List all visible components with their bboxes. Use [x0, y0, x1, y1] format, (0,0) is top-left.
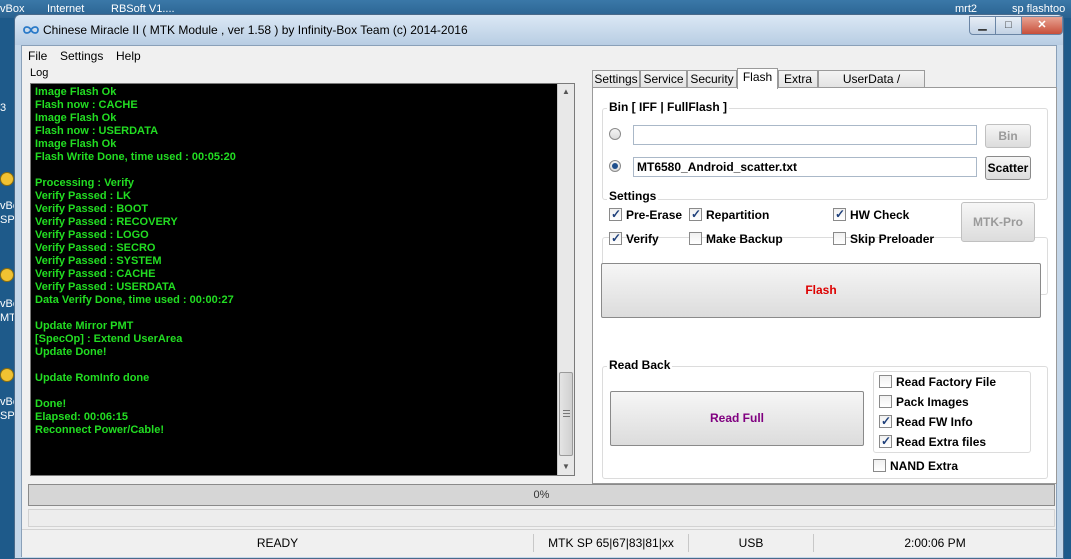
infinity-logo-icon	[23, 26, 39, 34]
secondary-progress-bar	[28, 509, 1055, 527]
desktop-fragment: SP	[0, 410, 15, 422]
checkbox-box	[689, 207, 702, 221]
menu-help[interactable]: Help	[116, 49, 141, 63]
checkbox-label: Skip Preloader	[850, 232, 935, 246]
checkbox-label: Read FW Info	[896, 415, 973, 429]
desktop-fragment: 3	[0, 102, 7, 114]
status-state: READY	[22, 534, 534, 552]
grip-line	[563, 410, 570, 411]
desktop-shortcut-icon[interactable]	[0, 172, 14, 186]
checkbox-box	[873, 459, 886, 472]
checkbox-box	[609, 207, 622, 221]
progress-bar: 0%	[28, 484, 1055, 506]
status-time: 2:00:06 PM	[904, 536, 966, 550]
scatter-radio[interactable]	[609, 160, 621, 172]
checkbox-box	[689, 232, 702, 245]
maximize-button[interactable]: □	[995, 16, 1022, 35]
mtk-pro-button[interactable]: MTK-Pro	[961, 202, 1035, 242]
desktop-shortcut-icon[interactable]	[0, 268, 14, 282]
menu-bar: File Settings Help	[22, 46, 1056, 66]
log-label: Log	[30, 67, 49, 79]
status-chip: MTK SP 65|67|83|81|xx	[534, 534, 689, 552]
client-area: File Settings Help Log Image Flash Ok Fl…	[21, 45, 1057, 557]
title-bar[interactable]: Chinese Miracle II ( MTK Module , ver 1.…	[15, 15, 1063, 45]
tab-flash[interactable]: Flash	[737, 68, 778, 89]
checkbox-label: HW Check	[850, 208, 910, 222]
bin-path-field[interactable]	[633, 125, 977, 145]
bin-radio[interactable]	[609, 128, 621, 140]
checkbox-label: Pre-Erase	[626, 208, 683, 222]
bin-button[interactable]: Bin	[985, 124, 1031, 148]
flash-tab-panel: Bin [ IFF | FullFlash ] Bin MT6580_Andro…	[592, 87, 1057, 484]
close-button[interactable]: ✕	[1021, 16, 1063, 35]
checkbox-box	[879, 414, 892, 428]
read-full-button[interactable]: Read Full	[610, 391, 864, 446]
grip-line	[563, 416, 570, 417]
checkbox-box	[833, 232, 846, 245]
checkbox-label: Verify	[626, 232, 659, 246]
checkbox-label: Make Backup	[706, 232, 783, 246]
grip-line	[563, 413, 570, 414]
checkbox-box	[879, 395, 892, 408]
desktop-shortcut-icon[interactable]	[0, 368, 14, 382]
scatter-button[interactable]: Scatter	[985, 156, 1031, 180]
scroll-down-arrow-icon[interactable]: ▼	[558, 459, 574, 475]
checkbox-label: Read Extra files	[896, 435, 987, 449]
tab-extra[interactable]: Extra	[778, 70, 818, 88]
scroll-thumb[interactable]	[559, 372, 573, 456]
readback-group-title: Read Back	[607, 358, 673, 372]
minimize-button[interactable]: ▁	[969, 16, 996, 35]
log-panel[interactable]: Image Flash Ok Flash now : CACHE Image F…	[30, 83, 575, 476]
progress-text: 0%	[533, 489, 550, 501]
settings-group-title: Settings	[607, 189, 659, 203]
checkbox-box	[879, 434, 892, 448]
checkbox-box	[879, 375, 892, 388]
checkbox-label: Read Factory File	[896, 375, 997, 389]
checkbox-box	[833, 207, 846, 221]
tab-service[interactable]: Service	[640, 70, 687, 88]
app-window: Chinese Miracle II ( MTK Module , ver 1.…	[14, 14, 1064, 559]
log-scrollbar[interactable]: ▲ ▼	[557, 84, 574, 475]
flash-button[interactable]: Flash	[601, 263, 1041, 318]
checkbox-box	[609, 231, 622, 245]
scroll-up-arrow-icon[interactable]: ▲	[558, 84, 574, 100]
tab-userdata-forensic[interactable]: UserData / Forensic	[818, 70, 925, 103]
status-bar: READY MTK SP 65|67|83|81|xx USB 2:00:06 …	[22, 529, 1056, 557]
bin-group-title: Bin [ IFF | FullFlash ]	[607, 100, 730, 114]
status-connection: USB	[689, 534, 814, 552]
menu-file[interactable]: File	[28, 49, 47, 63]
tab-settings[interactable]: Settings	[592, 70, 640, 88]
log-text: Image Flash Ok Flash now : CACHE Image F…	[35, 86, 236, 436]
checkbox-label: Pack Images	[896, 395, 969, 409]
tab-security[interactable]: Security	[687, 70, 737, 88]
menu-settings[interactable]: Settings	[60, 49, 103, 63]
checkbox-label: Repartition	[706, 208, 770, 222]
checkbox-label: NAND Extra	[890, 459, 959, 473]
bin-group	[602, 108, 1048, 200]
window-title: Chinese Miracle II ( MTK Module , ver 1.…	[43, 23, 468, 37]
scatter-path-field[interactable]: MT6580_Android_scatter.txt	[633, 157, 977, 177]
